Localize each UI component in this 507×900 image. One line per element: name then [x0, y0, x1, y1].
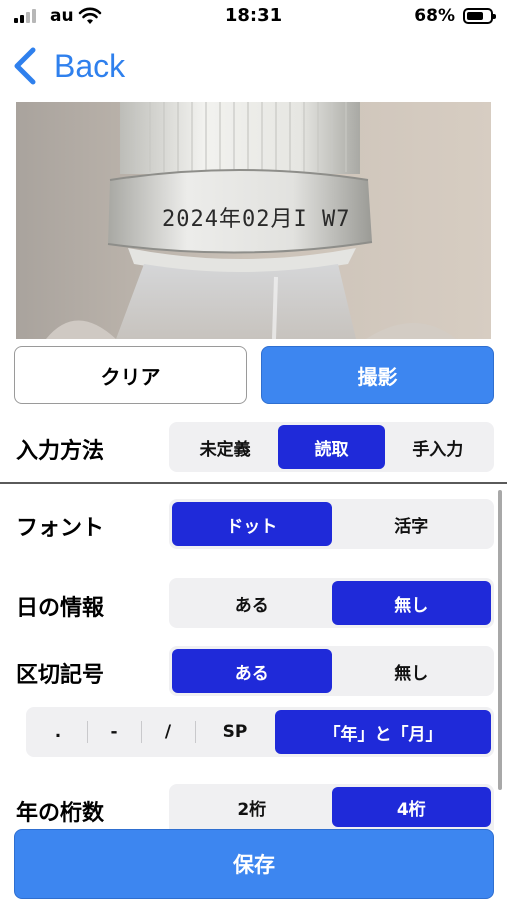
separator-label: 区切記号: [16, 663, 105, 688]
font-label: フォント: [16, 516, 105, 541]
clear-button[interactable]: クリア: [14, 346, 247, 404]
bottle-cap-image: 2024年02月I W7: [16, 102, 491, 339]
symbol-option-hyphen[interactable]: -: [87, 710, 141, 754]
input-method-scan[interactable]: 読取: [278, 425, 385, 469]
separator-option-no[interactable]: 無し: [332, 649, 492, 693]
day-info-option-no[interactable]: 無し: [331, 581, 491, 625]
capture-button[interactable]: 撮影: [261, 346, 494, 404]
separator-option-yes[interactable]: ある: [172, 649, 332, 693]
font-option-type[interactable]: 活字: [332, 502, 492, 546]
scrollbar[interactable]: [498, 490, 502, 790]
symbol-option-dot[interactable]: .: [29, 710, 87, 754]
status-bar: au 18:31 68%: [0, 0, 507, 34]
font-segment: ドット 活字: [169, 499, 494, 549]
captured-photo: 2024年02月I W7: [16, 102, 491, 339]
year-digits-segment: 2桁 4桁: [169, 784, 494, 830]
separator-segment: ある 無し: [169, 646, 494, 696]
day-info-label: 日の情報: [16, 596, 105, 621]
battery-percentage: 68%: [414, 6, 455, 26]
symbol-option-year-month[interactable]: 「年」と「月」: [275, 710, 491, 754]
font-option-dot[interactable]: ドット: [172, 502, 332, 546]
printed-date-code: 2024年02月I W7: [162, 207, 350, 232]
year-digits-option-2[interactable]: 2桁: [172, 787, 332, 827]
input-method-segment: 未定義 読取 手入力: [169, 422, 494, 472]
section-divider: [0, 482, 507, 484]
year-digits-label: 年の桁数: [16, 801, 105, 826]
save-button[interactable]: 保存: [14, 829, 494, 899]
back-button[interactable]: Back: [12, 44, 125, 88]
day-info-segment: ある 無し: [169, 578, 494, 628]
year-digits-option-4[interactable]: 4桁: [331, 787, 491, 827]
input-method-undefined[interactable]: 未定義: [172, 425, 278, 469]
day-info-option-yes[interactable]: ある: [172, 581, 332, 625]
battery-icon: [463, 8, 496, 24]
symbol-option-space[interactable]: SP: [195, 710, 275, 754]
back-label: Back: [54, 47, 126, 84]
chevron-left-icon: [14, 47, 36, 85]
separator-symbol-segment: . - / SP 「年」と「月」: [26, 707, 494, 757]
symbol-option-slash[interactable]: /: [141, 710, 195, 754]
input-method-label: 入力方法: [16, 439, 105, 464]
input-method-manual[interactable]: 手入力: [385, 425, 491, 469]
